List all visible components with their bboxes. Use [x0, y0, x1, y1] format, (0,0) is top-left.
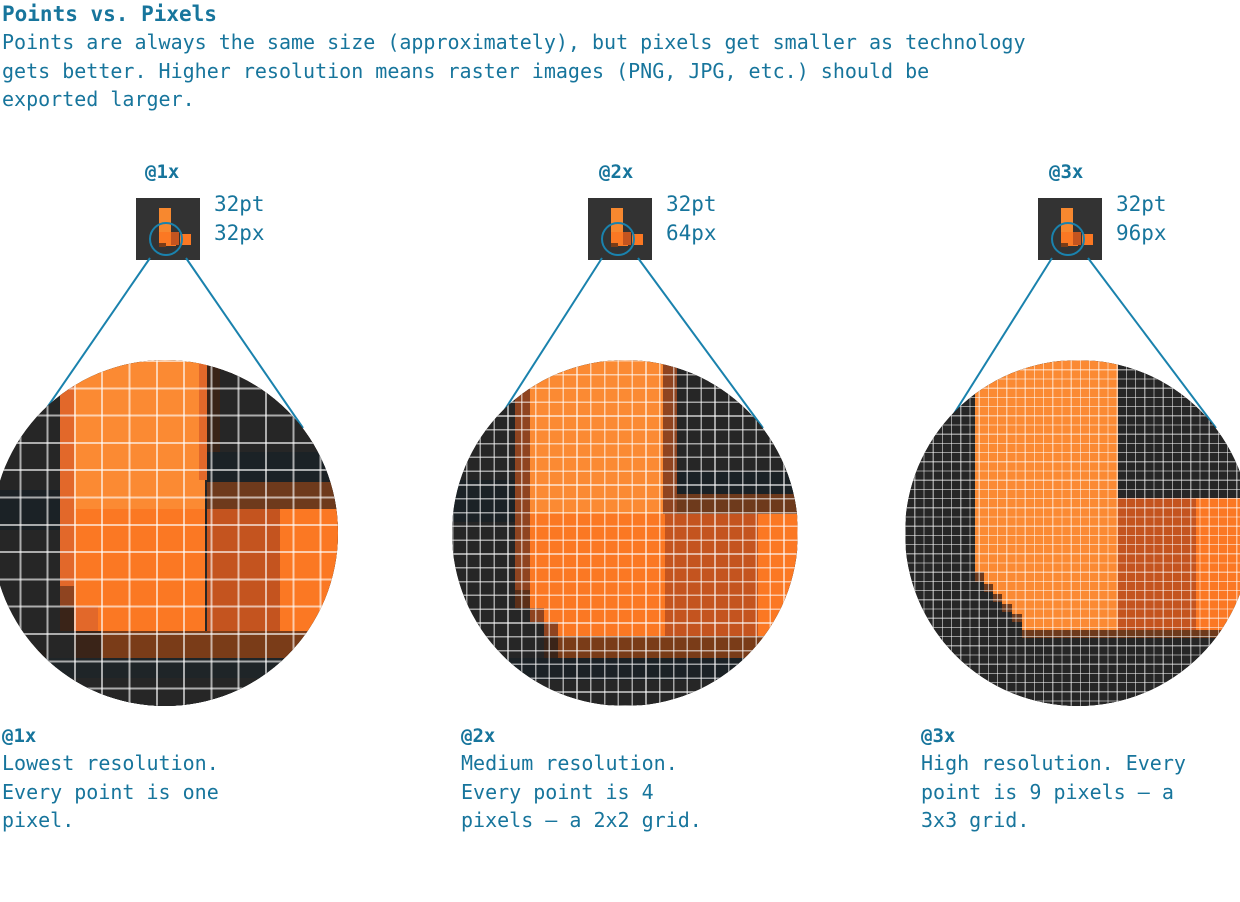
caption-title-3x: @3x	[921, 725, 956, 747]
zoom-circle-1x	[0, 360, 338, 706]
scale-heading-2x: @2x	[599, 161, 634, 183]
size-labels-2x: 32pt 64px	[666, 190, 717, 247]
resolution-column-1x: @1x 32pt 32px @1x Lowest resolution. Eve…	[0, 0, 420, 902]
zoom-artwork-1x	[0, 360, 338, 706]
pt-label-3x: 32pt	[1116, 192, 1167, 216]
zoom-artwork-2x	[452, 360, 798, 706]
scale-heading-1x: @1x	[145, 161, 180, 183]
caption-body-1x: Lowest resolution. Every point is one pi…	[2, 751, 219, 832]
size-labels-1x: 32pt 32px	[214, 190, 265, 247]
thumbnail-preview-3x	[1038, 198, 1102, 260]
resolution-column-2x: @2x 32pt 64px @2x Medium resolution. Eve…	[452, 0, 879, 902]
pt-label-2x: 32pt	[666, 192, 717, 216]
px-label-1x: 32px	[214, 220, 265, 245]
magnifier-circle-icon	[1051, 222, 1085, 256]
px-label-3x: 96px	[1116, 220, 1167, 245]
resolution-column-3x: @3x 32pt 96px @3x High resolution. Every…	[905, 0, 1240, 902]
caption-1x: @1x Lowest resolution. Every point is on…	[2, 723, 432, 835]
thumbnail-preview-2x	[588, 198, 652, 260]
zoom-circle-3x	[905, 360, 1240, 706]
pt-label-1x: 32pt	[214, 192, 265, 216]
scale-heading-3x: @3x	[1049, 161, 1084, 183]
thumbnail-preview-1x	[136, 198, 200, 260]
magnifier-circle-icon	[149, 222, 183, 256]
caption-title-1x: @1x	[2, 725, 37, 747]
zoom-circle-2x	[452, 360, 798, 706]
caption-2x: @2x Medium resolution. Every point is 4 …	[461, 723, 861, 835]
caption-title-2x: @2x	[461, 725, 496, 747]
caption-body-3x: High resolution. Every point is 9 pixels…	[921, 751, 1186, 832]
caption-body-2x: Medium resolution. Every point is 4 pixe…	[461, 751, 702, 832]
caption-3x: @3x High resolution. Every point is 9 pi…	[921, 723, 1240, 835]
zoom-artwork-3x	[905, 360, 1240, 706]
size-labels-3x: 32pt 96px	[1116, 190, 1167, 247]
magnifier-circle-icon	[601, 222, 635, 256]
px-label-2x: 64px	[666, 220, 717, 245]
